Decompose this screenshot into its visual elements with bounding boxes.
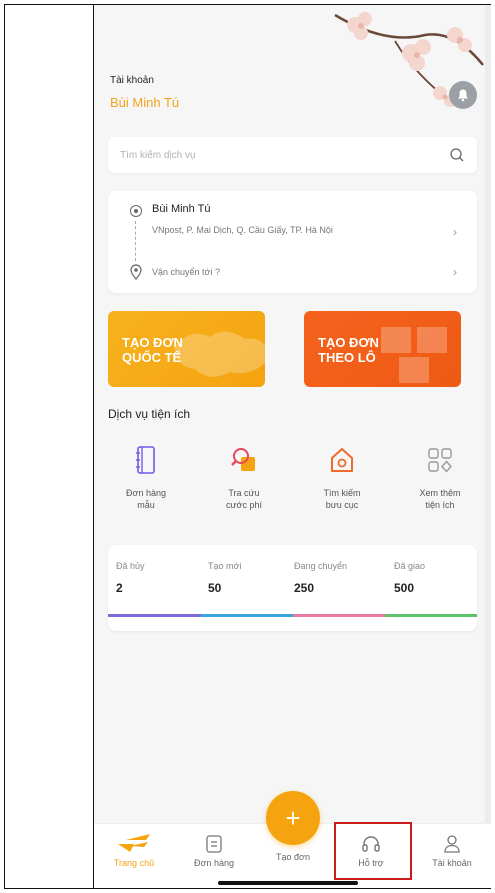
phone-screen: Tài khoản Bùi Minh Tú Bùi Minh Tú VNpost…: [94, 5, 491, 888]
order-stats-card: Đã hủy 2 Tạo mới 50 Đang chuyển 250 Đã g…: [108, 545, 477, 631]
address-card: Bùi Minh Tú VNpost, P. Mai Dịch, Q. Cầu …: [108, 191, 477, 293]
notebook-icon: [136, 446, 155, 474]
orders-list-icon: [206, 835, 222, 853]
tab-account[interactable]: Tài khoản: [412, 824, 491, 888]
sender-chevron-right-icon[interactable]: ›: [453, 225, 457, 239]
services-section-title: Dịch vụ tiện ích: [108, 407, 191, 421]
service-more-utilities[interactable]: Xem thêm tiện ích: [396, 443, 484, 511]
stat-bar-delivered: [385, 614, 477, 617]
promo-title: TẠO ĐƠN THEO LÔ: [318, 335, 379, 365]
search-icon[interactable]: [449, 147, 465, 163]
sender-address[interactable]: VNpost, P. Mai Dịch, Q. Cầu Giấy, TP. Hà…: [152, 225, 333, 235]
stat-new[interactable]: Tạo mới 50: [208, 561, 241, 595]
location-pin-icon: [130, 264, 142, 280]
user-icon: [444, 835, 460, 853]
service-sample-orders[interactable]: Đơn hàng mẫu: [102, 443, 190, 511]
search-bar[interactable]: [108, 137, 477, 173]
home-indicator: [218, 881, 358, 885]
stat-delivered[interactable]: Đã giao 500: [394, 561, 425, 595]
plus-icon: +: [285, 803, 301, 833]
tab-support[interactable]: Hỗ trợ: [330, 822, 412, 886]
search-input[interactable]: [120, 149, 449, 161]
stat-in-transit[interactable]: Đang chuyển 250: [294, 561, 347, 595]
stat-bar-in-transit: [293, 614, 385, 617]
post-office-icon: [331, 448, 353, 472]
tab-home[interactable]: Trang chủ: [94, 824, 174, 888]
bell-icon: [458, 89, 468, 102]
stat-bar-cancelled: [108, 614, 201, 617]
create-international-order-button[interactable]: TẠO ĐƠN QUỐC TẾ: [108, 311, 265, 387]
service-fee-lookup[interactable]: Tra cứu cước phí: [200, 443, 288, 511]
search-fee-icon: [231, 448, 255, 471]
create-order-label[interactable]: Tạo đơn: [258, 852, 328, 862]
promo-title: TẠO ĐƠN QUỐC TẾ: [122, 335, 183, 365]
destination-field[interactable]: Vận chuyển tới ?: [152, 267, 220, 277]
origin-dot-icon: [130, 205, 142, 217]
stat-cancelled[interactable]: Đã hủy 2: [116, 561, 145, 595]
notification-button[interactable]: [449, 81, 477, 109]
screen-edge: [485, 5, 491, 888]
headset-icon: [362, 836, 380, 852]
create-order-button[interactable]: +: [266, 791, 320, 845]
sender-name[interactable]: Bùi Minh Tú: [152, 203, 211, 215]
account-name[interactable]: Bùi Minh Tú: [110, 95, 179, 110]
create-batch-order-button[interactable]: TẠO ĐƠN THEO LÔ: [304, 311, 461, 387]
service-find-post-office[interactable]: Tìm kiếm bưu cục: [298, 443, 386, 511]
route-connector: [135, 221, 136, 261]
tab-orders[interactable]: Đơn hàng: [174, 824, 254, 888]
grid-more-icon: [428, 448, 452, 473]
stat-bar-new: [201, 614, 293, 617]
account-label: Tài khoản: [110, 75, 154, 86]
vnpost-home-icon: [118, 834, 150, 852]
destination-chevron-right-icon[interactable]: ›: [453, 265, 457, 279]
